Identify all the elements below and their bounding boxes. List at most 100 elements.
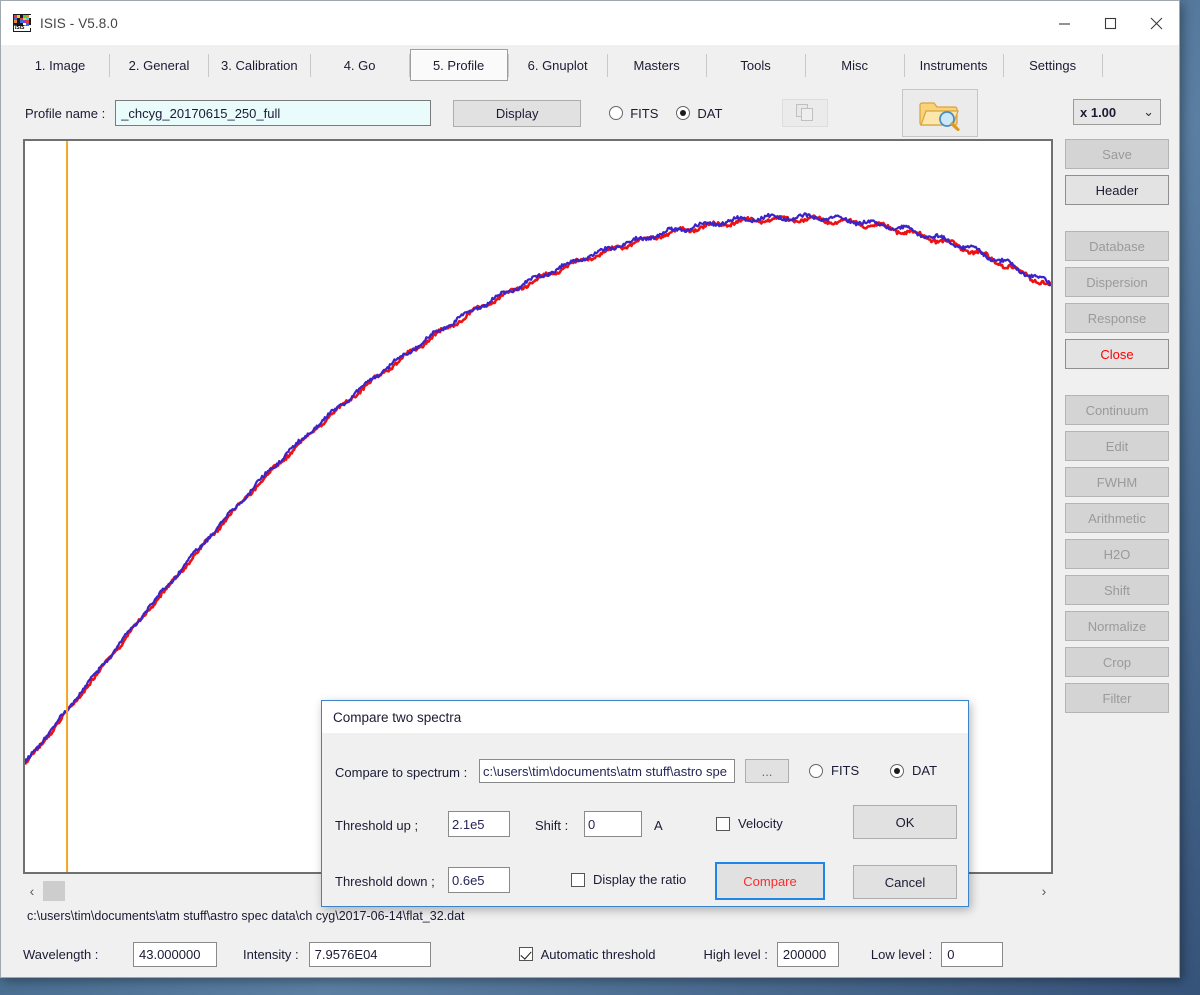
automatic-threshold-checkbox[interactable]: Automatic threshold <box>519 947 656 962</box>
status-row: Wavelength : 43.000000 Intensity : 7.957… <box>23 939 1053 969</box>
wavelength-value[interactable]: 43.000000 <box>133 942 217 967</box>
copy-icon <box>794 103 816 123</box>
scroll-right-arrow[interactable]: › <box>1035 883 1053 899</box>
window-title: ISIS - V5.8.0 <box>40 16 118 31</box>
copy-icon-button[interactable] <box>782 99 828 127</box>
open-folder-search-icon <box>918 95 962 131</box>
tab-6-gnuplot[interactable]: 6. Gnuplot <box>509 45 607 86</box>
sidebar-button-normalize: Normalize <box>1065 611 1169 641</box>
sidebar-button-dispersion: Dispersion <box>1065 267 1169 297</box>
spectrum-series-1 <box>25 216 1051 765</box>
sidebar-button-header[interactable]: Header <box>1065 175 1169 205</box>
dialog-radio-dat-label: DAT <box>912 763 937 778</box>
high-level-value[interactable]: 200000 <box>777 942 839 967</box>
application-window: ISIS ISIS - V5.8.0 1. Image2. General3. … <box>0 0 1180 978</box>
display-ratio-checkbox[interactable]: Display the ratio <box>571 872 686 887</box>
browse-button[interactable]: ... <box>745 759 789 783</box>
radio-dat-dot <box>676 106 690 120</box>
current-file-path: c:\users\tim\documents\atm stuff\astro s… <box>27 909 465 923</box>
sidebar-button-h2o: H2O <box>1065 539 1169 569</box>
display-button[interactable]: Display <box>453 100 581 127</box>
scroll-left-arrow[interactable]: ‹ <box>23 883 41 899</box>
sidebar-button-shift: Shift <box>1065 575 1169 605</box>
profile-name-label: Profile name : <box>25 106 105 121</box>
isis-logo-icon: ISIS <box>13 14 31 32</box>
scrollbar-thumb[interactable] <box>43 881 65 901</box>
checkbox-box <box>519 947 533 961</box>
spectrum-series-2 <box>25 213 1051 763</box>
open-folder-search-button[interactable] <box>902 89 978 137</box>
profile-name-input[interactable] <box>115 100 431 126</box>
low-level-value[interactable]: 0 <box>941 942 1003 967</box>
zoom-level-value: x 1.00 <box>1080 105 1116 120</box>
title-bar: ISIS ISIS - V5.8.0 <box>1 1 1179 45</box>
tab-4-go[interactable]: 4. Go <box>311 45 409 86</box>
dialog-radio-fits-dot <box>809 764 823 778</box>
compare-to-spectrum-input[interactable]: c:\users\tim\documents\atm stuff\astro s… <box>479 759 735 783</box>
maximize-button[interactable] <box>1087 1 1133 45</box>
tab-misc[interactable]: Misc <box>806 45 904 86</box>
sidebar-button-save: Save <box>1065 139 1169 169</box>
tab-3-calibration[interactable]: 3. Calibration <box>209 45 310 86</box>
tab-2-general[interactable]: 2. General <box>110 45 208 86</box>
tab-5-profile[interactable]: 5. Profile <box>410 49 508 81</box>
tab-masters[interactable]: Masters <box>608 45 706 86</box>
display-ratio-label: Display the ratio <box>593 872 686 887</box>
sidebar-button-arithmetic: Arithmetic <box>1065 503 1169 533</box>
sidebar-button-crop: Crop <box>1065 647 1169 677</box>
minimize-button[interactable] <box>1041 1 1087 45</box>
sidebar-button-database: Database <box>1065 231 1169 261</box>
dialog-radio-dat[interactable]: DAT <box>890 763 937 778</box>
radio-dat[interactable]: DAT <box>676 106 722 121</box>
dialog-title: Compare two spectra <box>322 701 968 733</box>
tool-sidebar: Save Header Database Dispersion Response Clos… <box>1065 139 1169 713</box>
threshold-down-input[interactable]: 0.6e5 <box>448 867 510 893</box>
radio-fits-label: FITS <box>630 106 658 121</box>
tab-instruments[interactable]: Instruments <box>905 45 1003 86</box>
profile-toolbar: Profile name : Display FITS DAT <box>1 87 1179 139</box>
radio-dat-label: DAT <box>697 106 722 121</box>
checkbox-box <box>571 873 585 887</box>
zoom-level-select[interactable]: x 1.00 ⌄ <box>1073 99 1161 125</box>
compare-two-spectra-dialog: Compare two spectra Compare to spectrum … <box>321 700 969 907</box>
tab-1-image[interactable]: 1. Image <box>11 45 109 86</box>
cancel-button[interactable]: Cancel <box>853 865 957 899</box>
content-area: ‹ › c:\users\tim\documents\atm stuff\ast… <box>1 139 1179 977</box>
compare-to-spectrum-label: Compare to spectrum : <box>335 765 467 780</box>
wavelength-label: Wavelength : <box>23 947 133 962</box>
sidebar-button-close[interactable]: Close <box>1065 339 1169 369</box>
dialog-radio-fits[interactable]: FITS <box>809 763 859 778</box>
sidebar-button-response: Response <box>1065 303 1169 333</box>
compare-button[interactable]: Compare <box>715 862 825 900</box>
close-button[interactable] <box>1133 1 1179 45</box>
ok-button[interactable]: OK <box>853 805 957 839</box>
shift-label: Shift : <box>535 818 568 833</box>
shift-unit-label: A <box>654 818 663 833</box>
sidebar-gap <box>1065 375 1169 389</box>
velocity-checkbox[interactable]: Velocity <box>716 816 783 831</box>
dialog-body: Compare to spectrum : c:\users\tim\docum… <box>322 733 968 906</box>
dialog-radio-fits-label: FITS <box>831 763 859 778</box>
shift-input[interactable]: 0 <box>584 811 642 837</box>
checkbox-box <box>716 817 730 831</box>
tab-tools[interactable]: Tools <box>707 45 805 86</box>
radio-fits[interactable]: FITS <box>609 106 658 121</box>
low-level-label: Low level : <box>871 947 932 962</box>
sidebar-gap <box>1065 211 1169 225</box>
intensity-value[interactable]: 7.9576E04 <box>309 942 431 967</box>
sidebar-button-continuum: Continuum <box>1065 395 1169 425</box>
sidebar-button-edit: Edit <box>1065 431 1169 461</box>
window-controls <box>1041 1 1179 45</box>
tab-separator <box>1102 54 1103 77</box>
chevron-down-icon: ⌄ <box>1143 104 1154 120</box>
threshold-up-input[interactable]: 2.1e5 <box>448 811 510 837</box>
dialog-radio-dat-dot <box>890 764 904 778</box>
intensity-label: Intensity : <box>243 947 299 962</box>
sidebar-button-fwhm: FWHM <box>1065 467 1169 497</box>
sidebar-button-filter: Filter <box>1065 683 1169 713</box>
threshold-up-label: Threshold up ; <box>335 818 418 833</box>
main-tab-bar[interactable]: 1. Image2. General3. Calibration4. Go5. … <box>1 45 1179 87</box>
file-format-radio-group[interactable]: FITS DAT <box>609 106 722 121</box>
tab-settings[interactable]: Settings <box>1004 45 1102 86</box>
threshold-down-label: Threshold down ; <box>335 874 435 889</box>
